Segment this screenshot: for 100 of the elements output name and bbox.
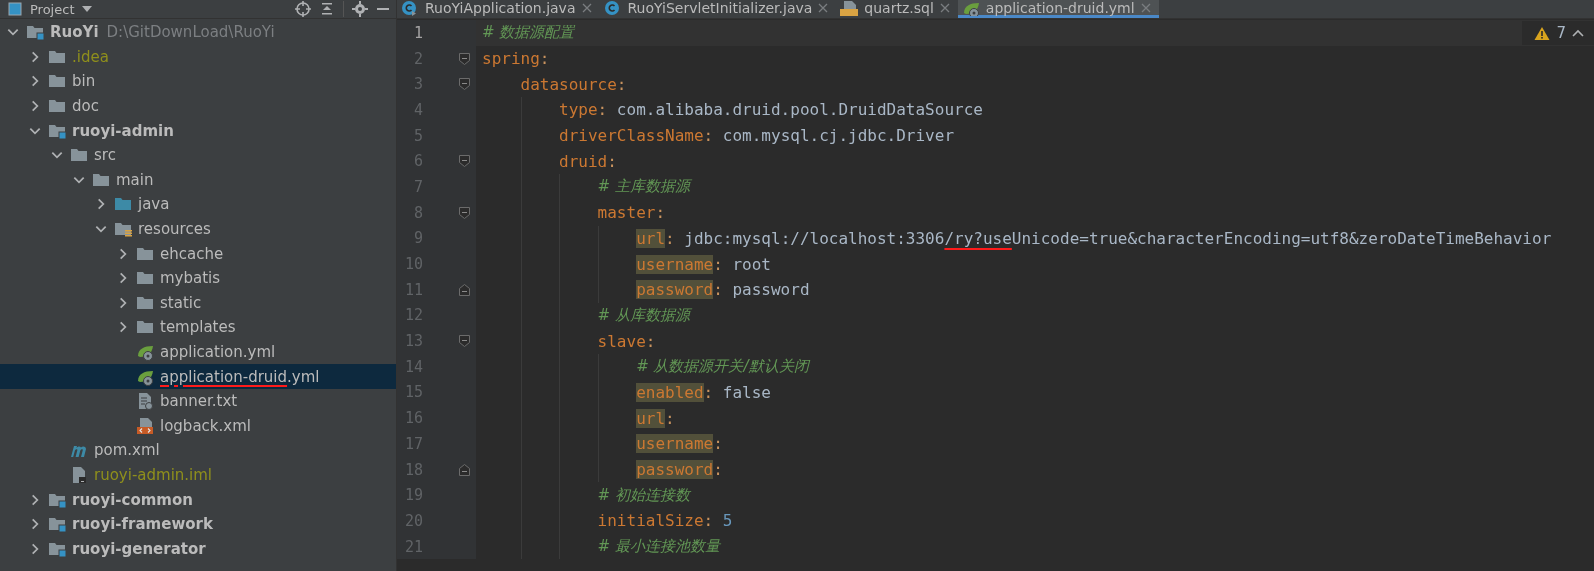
yaml-key: spring (482, 49, 540, 69)
close-icon[interactable] (581, 2, 592, 13)
line-number: 1 (412, 23, 423, 42)
project-icon (8, 2, 22, 16)
collapse-icon[interactable] (319, 1, 335, 17)
colon: : (703, 382, 715, 402)
fold-icon[interactable] (459, 283, 470, 296)
close-icon[interactable] (939, 2, 950, 13)
colon: : (713, 280, 724, 300)
fold-icon[interactable] (459, 52, 470, 65)
module-file-icon (70, 466, 88, 484)
leaf-gear-icon (961, 0, 980, 16)
yaml-value: Unicode=true&characterEncoding=utf8&zeroDateTimeBehavior (1011, 228, 1552, 248)
tree-item[interactable]: resources (0, 216, 396, 242)
tree-item[interactable]: bin (0, 69, 396, 94)
warning-icon (1534, 25, 1551, 41)
yaml-key: master (597, 203, 656, 223)
settings-icon[interactable] (352, 1, 368, 17)
colon: : (655, 203, 666, 223)
yaml-key: url (636, 408, 666, 428)
colon: : (597, 100, 609, 120)
yaml-value: 5 (722, 511, 733, 531)
leaf-gear-icon (136, 343, 154, 361)
yaml-key: slave (597, 331, 646, 351)
yaml-value: /ry?use (944, 228, 1012, 248)
tree-item[interactable]: ehcache (0, 241, 396, 266)
crosshair-icon[interactable] (295, 1, 311, 17)
tree-item[interactable]: ruoyi-admin.iml (0, 462, 396, 488)
yaml-key: url (636, 228, 666, 248)
module-folder-icon (26, 23, 44, 42)
colon: : (607, 151, 617, 171)
tree-item[interactable]: .idea (0, 44, 396, 70)
code-comment: # 最小连接池数量 (597, 537, 720, 557)
code-comment: # 从库数据源 (597, 305, 690, 325)
tree-item[interactable]: application.yml (0, 339, 396, 365)
colon: : (665, 228, 676, 248)
fold-icon[interactable] (459, 206, 470, 219)
code-comment: # 数据源配置 (482, 23, 575, 43)
yaml-value: com.alibaba.druid.pool.DruidDataSource (616, 100, 983, 120)
project-path: D:\GitDownLoad\RuoYi (106, 23, 275, 42)
code-comment: # 初始连接数 (597, 485, 690, 505)
yaml-key: username (636, 434, 714, 454)
xml-file-icon (136, 416, 154, 435)
panel-title[interactable]: Project (30, 1, 75, 17)
module-folder-icon (48, 515, 66, 534)
tree-item[interactable]: ruoyi-framework (0, 511, 396, 537)
yaml-value: jdbc:mysql://localhost:3306 (684, 228, 945, 248)
tree-item[interactable]: src (0, 142, 396, 168)
tree-item[interactable]: RuoYi D:\GitDownLoad\RuoYi (0, 20, 396, 45)
colon: : (645, 331, 656, 351)
colon: : (713, 254, 724, 274)
editor-tab[interactable]: application-druid.yml (957, 0, 1159, 18)
resources-folder-icon (114, 220, 132, 239)
tree-item[interactable]: mybatis (0, 265, 396, 291)
colon: : (703, 126, 715, 146)
yaml-key: enabled (636, 382, 704, 402)
editor-tab[interactable]: RuoYiServletInitializer.java (599, 0, 837, 18)
inspection-widget[interactable]: 7 (1522, 21, 1594, 45)
yaml-value: com.mysql.cj.jdbc.Driver (722, 126, 954, 146)
yaml-value: false (722, 382, 771, 402)
tree-item[interactable]: logback.xml (0, 413, 396, 439)
tree-item[interactable]: pom.xml (0, 438, 396, 463)
tree-item[interactable]: ruoyi-admin (0, 118, 396, 143)
yaml-value: root (732, 254, 771, 274)
chevron-up-icon[interactable] (1572, 28, 1584, 38)
fold-icon[interactable] (459, 155, 470, 168)
colon: : (703, 511, 715, 531)
text-file-icon (136, 392, 154, 411)
caret-icon[interactable] (82, 5, 93, 13)
yaml-key: druid (559, 151, 608, 171)
yaml-key: username (636, 254, 714, 274)
database-file-icon (840, 0, 859, 16)
tree-item[interactable]: static (0, 290, 396, 316)
tree-item[interactable]: ruoyi-generator (0, 536, 396, 562)
fold-icon[interactable] (459, 78, 470, 91)
code-comment: # 主库数据源 (597, 177, 690, 197)
fold-icon[interactable] (459, 463, 470, 476)
tree-item[interactable]: ruoyi-common (0, 487, 396, 512)
yaml-key: password (636, 280, 714, 300)
tree-item[interactable]: java (0, 192, 396, 217)
colon: : (616, 74, 627, 94)
tree-item[interactable]: main (0, 167, 396, 193)
tree-item[interactable]: templates (0, 315, 396, 340)
yaml-key: driverClassName (559, 126, 704, 146)
colon: : (713, 434, 723, 454)
colon: : (665, 408, 675, 428)
yaml-key: type (559, 100, 598, 120)
editor-tab[interactable]: RuoYiApplication.java (397, 0, 600, 18)
yaml-key: initialSize (597, 511, 704, 531)
fold-icon[interactable] (459, 335, 470, 348)
yaml-key: password (636, 460, 714, 480)
code-comment: # 从数据源开关/默认关闭 (636, 357, 809, 377)
tree-item[interactable]: application-druid.yml (0, 364, 396, 389)
yaml-key: datasource (520, 74, 617, 94)
colon: : (539, 49, 550, 69)
colon: : (713, 460, 723, 480)
tree-item[interactable]: banner.txt (0, 388, 396, 414)
close-icon[interactable] (818, 2, 829, 13)
editor-tab[interactable]: quartz.sql (836, 0, 958, 18)
tree-item[interactable]: doc (0, 93, 396, 119)
